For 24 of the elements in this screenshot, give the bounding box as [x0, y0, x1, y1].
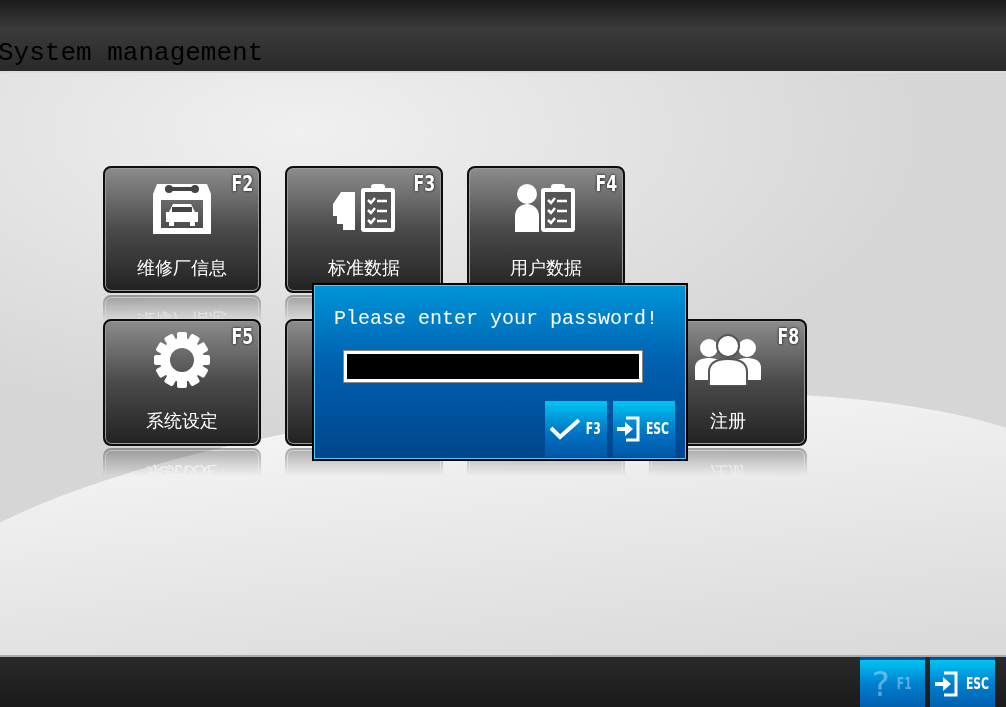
shortcut-key-label: F4 — [595, 171, 617, 196]
shortcut-key-label: F3 — [413, 171, 435, 196]
confirm-button[interactable]: F3 — [545, 401, 607, 457]
exit-icon — [933, 670, 958, 697]
tile-label: 用户数据 — [510, 256, 582, 280]
exit-button[interactable]: ESC — [613, 401, 675, 457]
car-clipboard-icon — [331, 182, 397, 232]
tile-label: 系统设定 — [146, 409, 218, 433]
tile-label: 注册 — [710, 409, 746, 433]
menu-tile[interactable]: F3 标准数据 — [285, 166, 443, 293]
person-clipboard-icon — [515, 182, 577, 232]
menu-tile[interactable]: F5 系统设定 — [103, 319, 261, 446]
shortcut-key-label: F5 — [231, 324, 253, 349]
shortcut-key-label: F8 — [777, 324, 799, 349]
exit-button[interactable]: ESC — [930, 657, 995, 707]
people-group-icon — [695, 334, 761, 386]
settings-icon — [154, 332, 210, 388]
tile-label: 维修厂信息 — [137, 256, 227, 280]
exit-icon — [616, 416, 641, 442]
check-icon — [549, 418, 582, 440]
password-field[interactable] — [344, 351, 642, 382]
menu-tile[interactable]: F2 维修厂信息 — [103, 166, 261, 293]
shortcut-key-label: F2 — [231, 171, 253, 196]
tile-label: 标准数据 — [328, 256, 400, 280]
